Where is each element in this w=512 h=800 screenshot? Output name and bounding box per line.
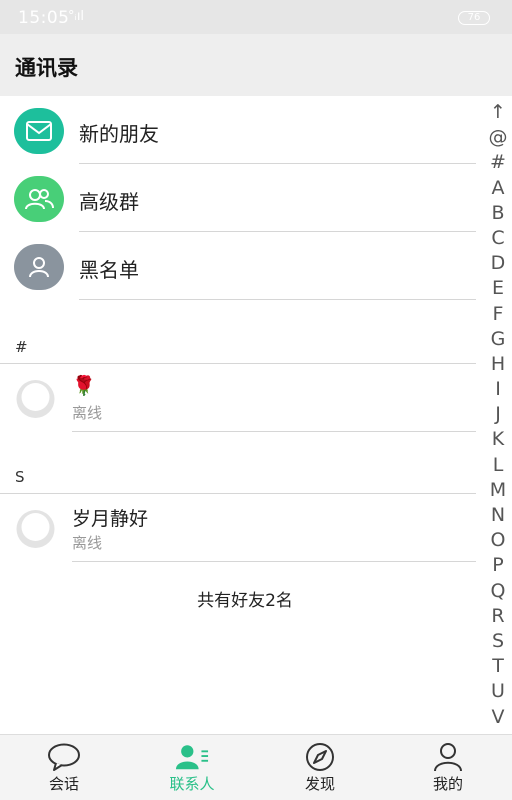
- app-header: 通讯录: [0, 34, 512, 96]
- status-time: 15:05: [18, 8, 70, 28]
- index-letter[interactable]: P: [486, 553, 510, 578]
- tab-label: 会话: [48, 775, 79, 793]
- divider: [72, 431, 476, 432]
- tab-me[interactable]: 我的: [384, 735, 512, 800]
- mail-icon: [14, 108, 64, 154]
- index-letter[interactable]: I: [486, 377, 510, 402]
- contact-status: 离线: [72, 404, 103, 422]
- tab-label: 我的: [432, 775, 463, 793]
- section-letter: #: [15, 338, 28, 356]
- friend-count: 共有好友2名: [197, 591, 293, 611]
- alphabet-index[interactable]: ↑ @ # A B C D E F G H I J K L M N O P Q R S T U V: [486, 100, 510, 730]
- index-letter[interactable]: L: [486, 453, 510, 478]
- index-letter[interactable]: M: [486, 478, 510, 503]
- contact-row[interactable]: 🌹 离线: [0, 364, 476, 432]
- bottom-nav: 会话 联系人 发现 我的: [0, 734, 512, 800]
- advanced-group-item[interactable]: 高级群: [0, 164, 476, 232]
- index-letter[interactable]: #: [486, 150, 510, 175]
- index-letter[interactable]: @: [486, 125, 510, 150]
- compass-icon: [303, 742, 337, 772]
- avatar: [14, 509, 57, 549]
- chat-bubble-icon: [47, 742, 81, 772]
- index-letter[interactable]: H: [486, 352, 510, 377]
- contacts-icon: [175, 742, 209, 772]
- index-letter[interactable]: U: [486, 679, 510, 704]
- tab-contacts[interactable]: 联系人: [128, 735, 256, 800]
- status-bar: 15:05 °ᵢıl 76: [0, 0, 512, 34]
- index-letter[interactable]: A: [486, 176, 510, 201]
- index-letter[interactable]: T: [486, 654, 510, 679]
- group-icon: [14, 176, 64, 222]
- index-letter[interactable]: K: [486, 427, 510, 452]
- contact-name: 岁月静好: [72, 508, 149, 530]
- divider: [79, 299, 476, 300]
- section-letter: S: [15, 468, 25, 486]
- index-letter[interactable]: V: [486, 705, 510, 730]
- contact-row[interactable]: 岁月静好 离线: [0, 494, 476, 562]
- blacklist-item[interactable]: 黑名单: [0, 232, 476, 300]
- signal-icon: °ᵢıl: [68, 9, 85, 24]
- index-letter[interactable]: ↑: [486, 100, 510, 125]
- tab-label: 发现: [304, 775, 335, 793]
- battery-icon: 76: [458, 11, 490, 25]
- index-letter[interactable]: F: [486, 302, 510, 327]
- index-letter[interactable]: S: [486, 629, 510, 654]
- index-letter[interactable]: Q: [486, 579, 510, 604]
- divider: [72, 561, 476, 562]
- index-letter[interactable]: B: [486, 201, 510, 226]
- index-letter[interactable]: J: [486, 402, 510, 427]
- page-title: 通讯录: [15, 56, 78, 80]
- section-header: S: [0, 464, 476, 494]
- index-letter[interactable]: D: [486, 251, 510, 276]
- new-friends-item[interactable]: 新的朋友: [0, 96, 476, 164]
- contacts-content: 新的朋友 高级群 黑名单 # 🌹 离线 S 岁月静好 离线 共有好友2名: [0, 96, 512, 734]
- tab-label: 联系人: [169, 775, 215, 793]
- index-letter[interactable]: N: [486, 503, 510, 528]
- advanced-group-label: 高级群: [79, 190, 139, 214]
- profile-icon: [431, 742, 465, 772]
- person-icon: [14, 244, 64, 290]
- contact-name: 🌹: [72, 375, 96, 397]
- section-header: #: [0, 334, 476, 364]
- contact-status: 离线: [72, 534, 103, 552]
- index-letter[interactable]: C: [486, 226, 510, 251]
- index-letter[interactable]: R: [486, 604, 510, 629]
- blacklist-label: 黑名单: [79, 258, 139, 282]
- index-letter[interactable]: G: [486, 327, 510, 352]
- avatar: [14, 379, 57, 419]
- new-friends-label: 新的朋友: [79, 122, 159, 146]
- index-letter[interactable]: O: [486, 528, 510, 553]
- tab-conversations[interactable]: 会话: [0, 735, 128, 800]
- tab-discover[interactable]: 发现: [256, 735, 384, 800]
- index-letter[interactable]: E: [486, 276, 510, 301]
